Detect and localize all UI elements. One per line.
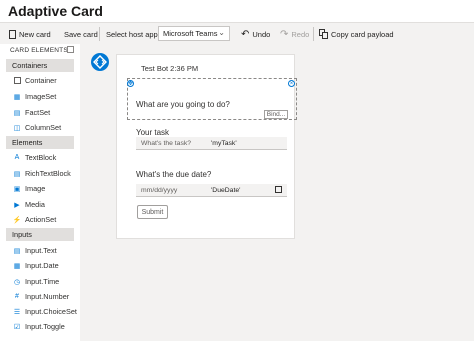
sidebar-item-label: Input.Text: [25, 246, 57, 255]
category-containers[interactable]: Containers: [6, 59, 74, 72]
sidebar-item-label: Container: [25, 76, 57, 85]
richtextblock-icon: ▤: [13, 170, 21, 178]
sidebar-item-label: TextBlock: [25, 153, 57, 162]
number-icon: #: [15, 293, 19, 300]
sidebar-item-media[interactable]: ▶ Media: [13, 200, 45, 209]
sidebar-item-label: RichTextBlock: [25, 169, 71, 178]
category-label: Containers: [12, 61, 48, 70]
task-label: Your task: [136, 128, 170, 137]
sidebar-item-label: Input.Date: [25, 261, 59, 270]
new-card-button[interactable]: New card: [9, 23, 51, 45]
new-card-label: New card: [19, 29, 51, 39]
sidebar-item-label: ColumnSet: [25, 123, 62, 132]
card-elements-panel: CARD ELEMENTS Containers Container ▦ Ima…: [0, 44, 81, 341]
save-card-label: Save card: [64, 29, 98, 39]
delete-element-icon[interactable]: ×: [288, 80, 295, 87]
redo-button[interactable]: ↷ Redo: [280, 23, 309, 45]
collapse-panel-icon[interactable]: [67, 46, 74, 53]
bot-logo-icon: [93, 55, 107, 69]
card-message-header: Test Bot 2:36 PM: [141, 64, 199, 73]
media-icon: ▶: [14, 201, 20, 209]
sidebar-item-label: Image: [25, 184, 46, 193]
sidebar-item-actionset[interactable]: ⚡ ActionSet: [12, 215, 57, 224]
sidebar-item-textblock[interactable]: A TextBlock: [13, 153, 57, 162]
task-input-id: 'myTask': [211, 139, 237, 147]
container-icon: [13, 77, 21, 85]
copy-payload-button[interactable]: Copy card payload: [319, 23, 394, 45]
checkbox-icon: ☑: [13, 323, 21, 331]
bind-button[interactable]: Bind...: [264, 110, 288, 119]
sidebar-item-richtextblock[interactable]: ▤ RichTextBlock: [13, 169, 71, 178]
sidebar-item-imageset[interactable]: ▦ ImageSet: [13, 92, 57, 101]
factset-icon: ▤: [13, 109, 21, 117]
choiceset-icon: ☰: [13, 308, 21, 316]
sidebar-item-image[interactable]: ▣ Image: [13, 184, 46, 193]
sidebar-item-input-date[interactable]: ▦ Input.Date: [13, 261, 59, 270]
date-placeholder: mm/dd/yyyy: [141, 186, 178, 194]
sidebar-item-label: Media: [25, 200, 45, 209]
new-document-icon: [9, 29, 16, 39]
clock-icon: ◷: [13, 278, 21, 286]
imageset-icon: ▦: [13, 93, 21, 101]
undo-button[interactable]: ↶ Undo: [241, 23, 270, 45]
undo-label: Undo: [252, 29, 271, 39]
task-input[interactable]: What's the task? 'myTask': [136, 137, 287, 150]
redo-label: Redo: [291, 29, 310, 39]
app-title: Adaptive Card: [8, 3, 103, 19]
sidebar-item-input-text[interactable]: ▤ Input.Text: [13, 246, 57, 255]
card-elements-header: CARD ELEMENTS: [10, 47, 68, 54]
toolbar: New card Save card Select host app: Micr…: [0, 22, 474, 46]
sidebar-item-factset[interactable]: ▤ FactSet: [13, 108, 50, 117]
columnset-icon: ◫: [13, 124, 21, 132]
due-date-label: What's the due date?: [136, 170, 212, 179]
sidebar-item-input-time[interactable]: ◷ Input.Time: [13, 277, 59, 286]
host-app-label: Select host app:: [106, 23, 160, 45]
sidebar-item-label: Input.Number: [25, 292, 70, 301]
category-label: Elements: [12, 138, 43, 147]
save-card-button[interactable]: Save card: [64, 23, 98, 45]
toolbar-divider: [99, 27, 100, 41]
sidebar-item-columnset[interactable]: ◫ ColumnSet: [13, 123, 61, 132]
due-date-input[interactable]: mm/dd/yyyy 'DueDate': [136, 184, 287, 197]
chevron-down-icon: ⌄: [218, 28, 225, 37]
actionset-icon: ⚡: [12, 216, 22, 224]
undo-icon: ↶: [241, 28, 250, 40]
input-text-icon: ▤: [13, 247, 21, 255]
task-placeholder: What's the task?: [141, 139, 192, 147]
sidebar-item-label: FactSet: [25, 108, 51, 117]
sidebar-item-input-toggle[interactable]: ☑ Input.Toggle: [13, 322, 65, 331]
sidebar-item-label: Input.ChoiceSet: [25, 307, 77, 316]
category-elements[interactable]: Elements: [6, 136, 74, 149]
copy-icon: [319, 29, 328, 39]
card-question-text[interactable]: What are you going to do?: [136, 100, 230, 109]
image-icon: ▣: [13, 185, 21, 193]
due-date-input-id: 'DueDate': [211, 186, 241, 194]
redo-icon: ↷: [280, 28, 289, 40]
host-app-label-text: Select host app:: [106, 29, 160, 39]
bot-avatar: [91, 53, 109, 71]
sidebar-item-input-number[interactable]: # Input.Number: [13, 292, 69, 301]
submit-button[interactable]: Submit: [137, 205, 168, 219]
sidebar-item-input-choiceset[interactable]: ☰ Input.ChoiceSet: [13, 307, 77, 316]
sidebar-item-label: ActionSet: [25, 215, 57, 224]
sidebar-item-label: Input.Toggle: [25, 322, 65, 331]
copy-payload-label: Copy card payload: [331, 29, 394, 39]
sidebar-item-label: ImageSet: [25, 92, 57, 101]
host-app-value: Microsoft Teams: [163, 29, 218, 38]
textblock-icon: A: [14, 154, 20, 161]
sidebar-item-container[interactable]: Container: [13, 76, 57, 85]
calendar-icon: ▦: [13, 262, 21, 270]
category-label: Inputs: [12, 230, 32, 239]
move-handle-icon[interactable]: ✥: [127, 80, 134, 87]
calendar-icon[interactable]: [275, 186, 282, 193]
toolbar-divider: [313, 27, 314, 41]
host-app-select[interactable]: Microsoft Teams ⌄: [158, 26, 230, 41]
sidebar-item-label: Input.Time: [25, 277, 60, 286]
category-inputs[interactable]: Inputs: [6, 228, 74, 241]
